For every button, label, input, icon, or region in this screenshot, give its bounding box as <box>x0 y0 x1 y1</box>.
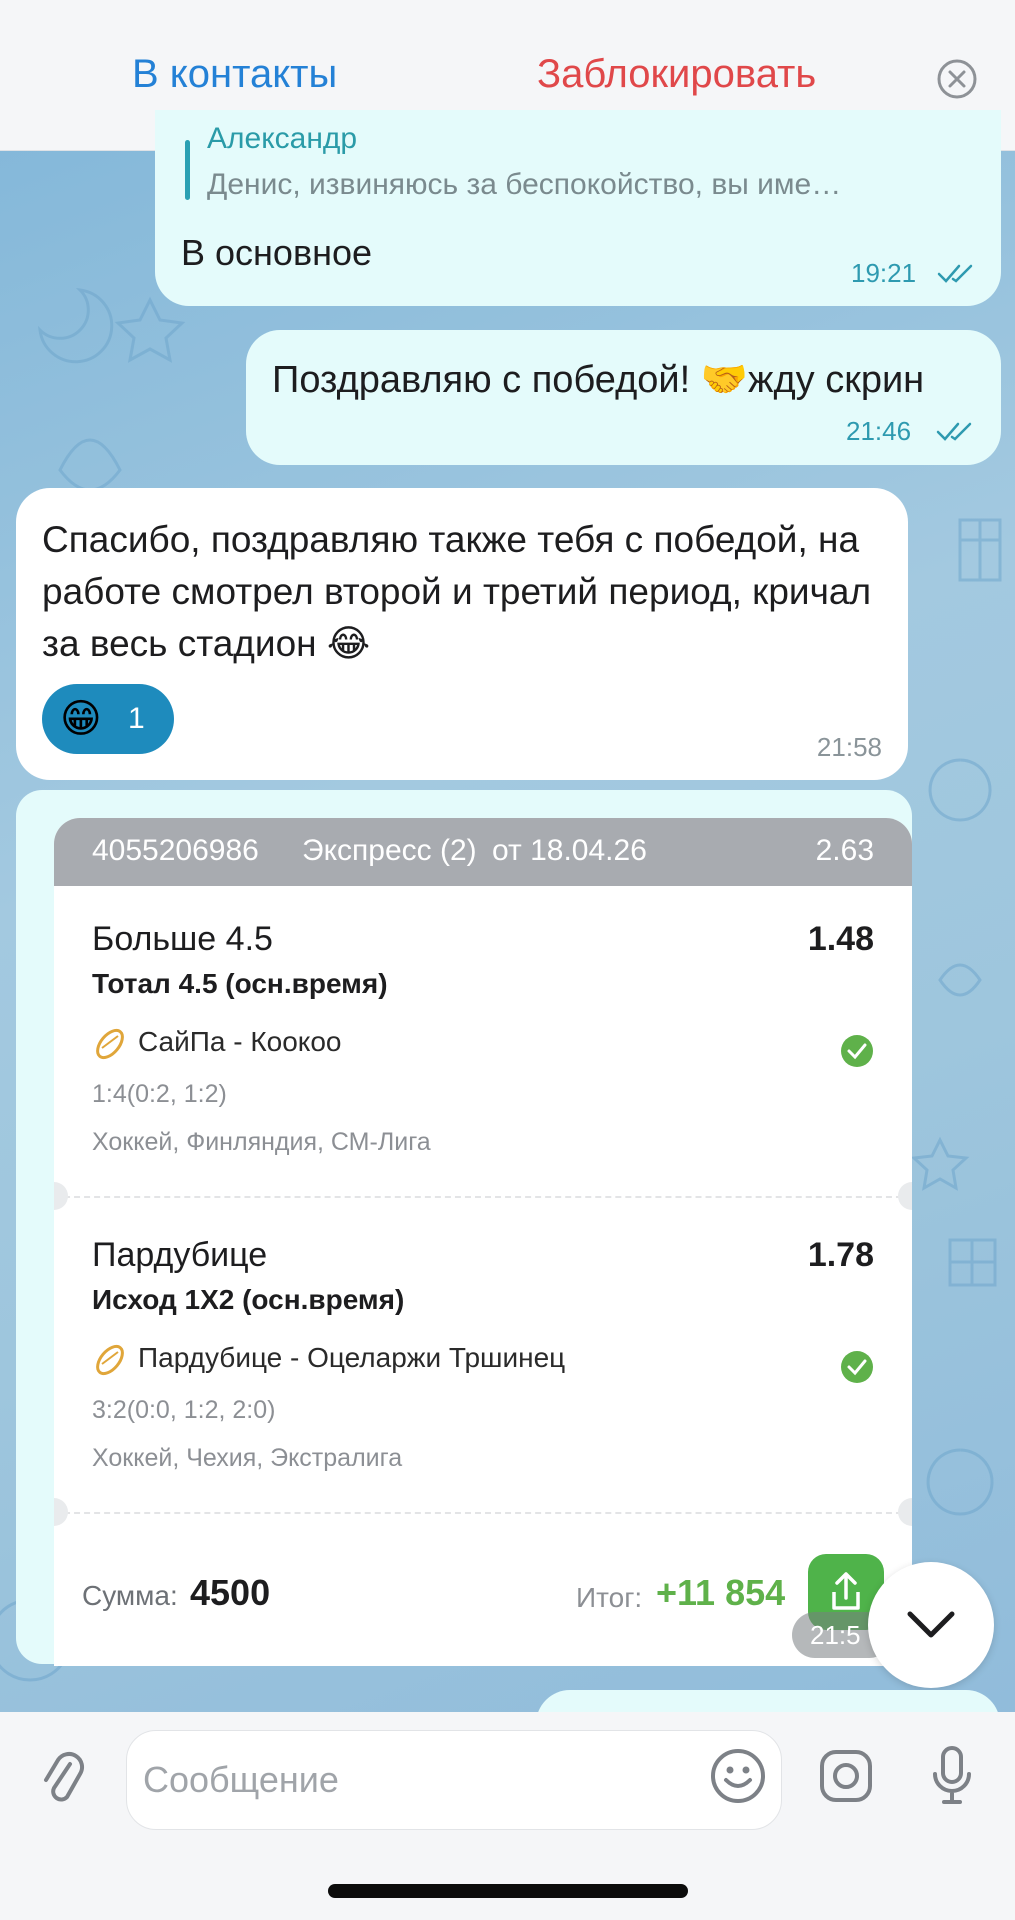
message-placeholder: Сообщение <box>143 1759 339 1800</box>
selection-score: 1:4(0:2, 1:2) <box>92 1080 227 1108</box>
block-user-button[interactable]: Заблокировать <box>537 52 816 97</box>
scroll-down-button[interactable] <box>868 1562 994 1688</box>
paperclip-icon[interactable] <box>40 1750 86 1808</box>
result-label: Итог: <box>576 1582 643 1613</box>
bet-date: от 18.04.26 <box>492 834 647 867</box>
result-value: +11 854 <box>656 1572 786 1613</box>
check-circle-icon <box>841 1035 873 1067</box>
ticket-notch <box>54 1182 68 1210</box>
double-check-icon <box>936 422 972 441</box>
selection-match: СайПа - Коокоо <box>138 1026 342 1057</box>
ticket-notch <box>54 1498 68 1526</box>
bet-type: Экспресс (2) <box>302 834 477 867</box>
camera-icon[interactable] <box>818 1748 874 1804</box>
message-time: 21:58 <box>816 732 882 762</box>
reaction-count: 1 <box>128 702 145 735</box>
hockey-puck-icon <box>96 1028 124 1060</box>
close-icon[interactable] <box>936 58 978 100</box>
reply-text[interactable]: Денис, извиняюсь за беспокойство, вы име… <box>207 168 841 202</box>
ticket-notch <box>898 1498 912 1526</box>
incoming-message[interactable]: Спасибо, поздравляю также тебя с победой… <box>16 488 908 780</box>
hockey-puck-icon <box>96 1344 124 1376</box>
selection-league: Хоккей, Чехия, Экстралига <box>92 1444 403 1472</box>
bet-total-odds: 2.63 <box>815 834 874 867</box>
double-check-icon <box>937 264 973 283</box>
divider <box>54 1196 912 1198</box>
selection-pick: Больше 4.5 <box>92 920 273 958</box>
divider <box>54 1512 912 1514</box>
message-time: 19:21 <box>851 258 917 288</box>
bet-slip-header: 4055206986 Экспресс (2) от 18.04.26 2.63 <box>54 818 912 886</box>
selection-odds: 1.48 <box>807 920 874 958</box>
message-text: В основное <box>181 232 372 273</box>
outgoing-message[interactable]: Поздравляю с победой! 🤝жду скрин 21:46 <box>246 330 1001 465</box>
selection-score: 3:2(0:0, 1:2, 2:0) <box>92 1396 276 1424</box>
reply-author: Александр <box>207 122 358 155</box>
sum-value: 4500 <box>190 1572 271 1613</box>
microphone-icon[interactable] <box>930 1744 974 1808</box>
reply-bar <box>185 140 190 200</box>
bet-slip-image[interactable]: 4055206986 Экспресс (2) от 18.04.26 2.63… <box>54 818 912 1666</box>
check-circle-icon <box>841 1351 873 1383</box>
selection-match: Пардубице - Оцеларжи Тршинец <box>138 1342 566 1373</box>
sum-label: Сумма: <box>82 1580 178 1611</box>
selection-pick: Пардубице <box>92 1236 268 1274</box>
reaction-badge[interactable]: 😁 1 <box>42 684 174 754</box>
selection-odds: 1.78 <box>807 1236 874 1274</box>
reaction-emoji: 😁 <box>60 697 102 741</box>
message-input[interactable]: Сообщение <box>126 1730 782 1830</box>
add-to-contacts-button[interactable]: В контакты <box>132 52 337 97</box>
selection-league: Хоккей, Финляндия, СМ-Лига <box>92 1128 431 1156</box>
share-icon <box>832 1572 860 1610</box>
ticket-notch <box>898 1182 912 1210</box>
selection-market: Тотал 4.5 (осн.время) <box>92 968 388 999</box>
message-text: Поздравляю с победой! 🤝жду скрин <box>272 359 925 401</box>
smile-icon[interactable] <box>710 1748 766 1804</box>
outgoing-message[interactable]: Александр Денис, извиняюсь за беспокойст… <box>155 110 1001 306</box>
chevron-down-icon <box>907 1611 955 1638</box>
selection-market: Исход 1X2 (осн.время) <box>92 1284 405 1315</box>
bet-id: 4055206986 <box>92 834 259 867</box>
message-time: 21:46 <box>846 416 912 446</box>
message-text: Спасибо, поздравляю также тебя с победой… <box>42 519 872 664</box>
home-indicator <box>328 1884 688 1898</box>
